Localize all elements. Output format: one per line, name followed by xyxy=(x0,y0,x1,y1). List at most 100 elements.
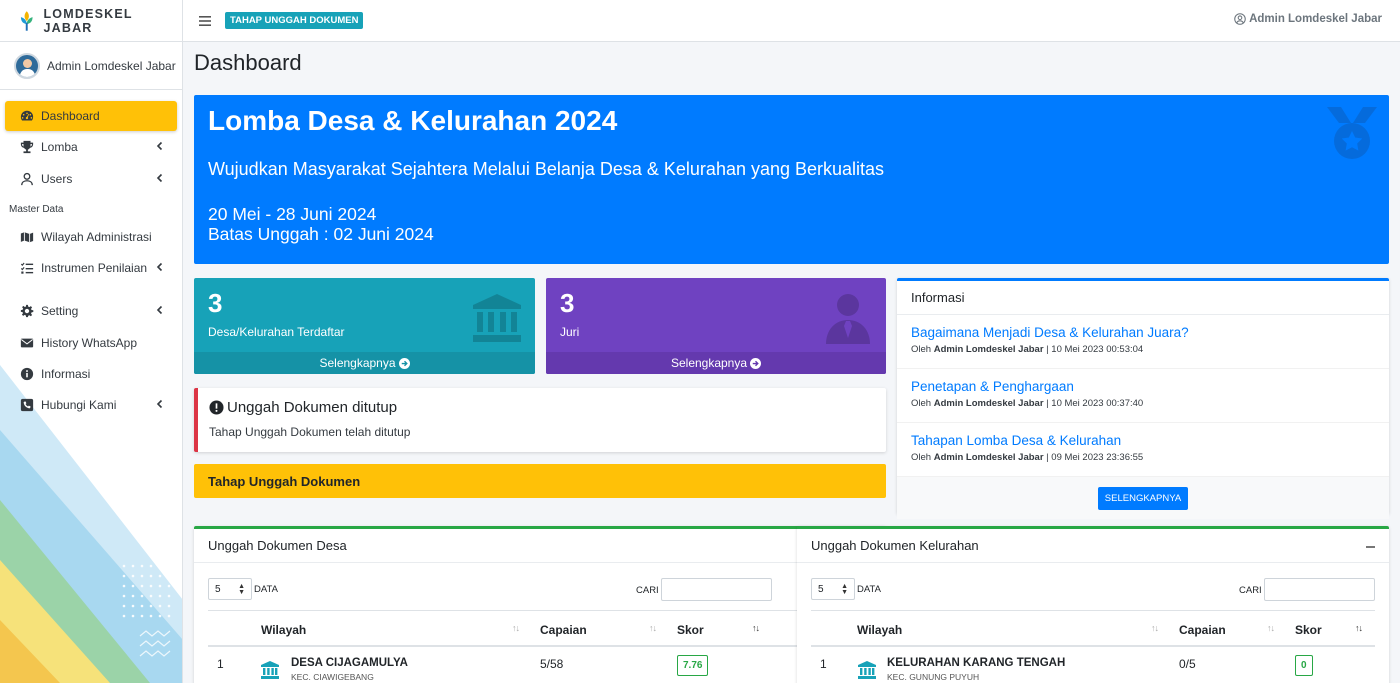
landmark-icon xyxy=(473,294,521,342)
sidebar-item-lomba[interactable]: Lomba xyxy=(5,132,177,162)
upload-closed-callout: Unggah Dokumen ditutup Tahap Unggah Doku… xyxy=(194,388,886,452)
column-header-wilayah[interactable]: Wilayah xyxy=(261,623,306,637)
sidebar-item-label: Dashboard xyxy=(41,109,100,123)
avatar xyxy=(14,52,40,79)
arrow-circle-right-icon xyxy=(398,357,410,369)
stat-juri-more-link[interactable]: Selengkapnya xyxy=(546,352,886,374)
informasi-item-meta: Oleh Admin Lomdeskel Jabar | 09 Mei 2023… xyxy=(911,452,1144,463)
sidebar-item-hubungi-kami[interactable]: Hubungi Kami xyxy=(5,390,177,420)
informasi-item-link[interactable]: Tahapan Lomba Desa & Kelurahan xyxy=(911,433,1389,448)
hamburger-menu-icon[interactable] xyxy=(199,15,211,26)
informasi-card: Informasi Bagaimana Menjadi Desa & Kelur… xyxy=(897,278,1389,519)
informasi-item-meta: Oleh Admin Lomdeskel Jabar | 10 Mei 2023… xyxy=(911,398,1144,409)
hero-subtitle: Wujudkan Masyarakat Sejahtera Melalui Be… xyxy=(208,159,885,179)
chevron-left-icon xyxy=(156,400,163,409)
sidebar-item-instrumen[interactable]: Instrumen Penilaian xyxy=(5,253,177,283)
hero-dates: 20 Mei - 28 Juni 2024 xyxy=(208,204,377,224)
stat-count: 3 xyxy=(208,288,223,318)
sort-desc-icon: ↑↓ xyxy=(1355,623,1363,633)
table-row: 1 DESA CIJAGAMULYA KEC. CIAWIGEBANG 5/58… xyxy=(208,647,872,683)
sidebar-item-setting[interactable]: Setting xyxy=(5,296,177,326)
stage-bar: Tahap Unggah Dokumen xyxy=(194,464,886,498)
table-controls: 5 ▲ ▼ DATA CARI xyxy=(194,563,886,610)
column-header-skor[interactable]: Skor xyxy=(1295,623,1322,637)
more-link-label: Selengkapnya xyxy=(670,356,748,370)
sort-desc-icon: ↑↓ xyxy=(752,623,760,633)
sidebar-item-label: Users xyxy=(41,171,73,186)
sidebar-nav-master: Wilayah Administrasi Instrumen Penilaian… xyxy=(0,222,182,420)
wilayah-name: KELURAHAN KARANG TENGAH xyxy=(887,657,1066,669)
sidebar-nav: Dashboard Lomba Users xyxy=(0,101,182,194)
informasi-item-link[interactable]: Bagaimana Menjadi Desa & Kelurahan Juara… xyxy=(911,325,1389,340)
row-number: 1 xyxy=(820,657,827,671)
callout-title-text: Unggah Dokumen ditutup xyxy=(227,399,398,416)
list-item: Penetapan & Penghargaan Oleh Admin Lomde… xyxy=(897,369,1389,423)
sidebar-item-label: Setting xyxy=(41,304,79,319)
wilayah-name: DESA CIJAGAMULYA xyxy=(291,657,408,669)
sidebar-item-label: Informasi xyxy=(41,367,91,382)
sidebar-item-label: Instrumen Penilaian xyxy=(41,261,148,276)
page-title: Dashboard xyxy=(194,50,302,75)
select-caret-icon: ▲ ▼ xyxy=(238,583,245,596)
sidebar-item-users[interactable]: Users xyxy=(5,164,177,194)
callout-title: Unggah Dokumen ditutup xyxy=(209,399,397,416)
table-header: Wilayah ↑↓ Capaian ↑↓ Skor ↑↓ xyxy=(811,610,1375,647)
sidebar-item-wilayah[interactable]: Wilayah Administrasi xyxy=(5,222,177,252)
landmark-icon xyxy=(261,661,279,679)
stat-label: Juri xyxy=(560,325,580,339)
informasi-item-meta: Oleh Admin Lomdeskel Jabar | 10 Mei 2023… xyxy=(911,344,1144,355)
column-header-capaian[interactable]: Capaian xyxy=(1179,623,1226,637)
page-length-label: DATA xyxy=(254,584,278,595)
chevron-left-icon xyxy=(156,263,163,272)
info-circle-icon xyxy=(20,367,34,381)
sort-icon: ↑↓ xyxy=(512,623,520,633)
topbar: TAHAP UNGGAH DOKUMEN Admin Lomdeskel Jab… xyxy=(183,0,1400,42)
select-caret-icon: ▲ ▼ xyxy=(841,583,848,596)
sidebar-item-history-whatsapp[interactable]: History WhatsApp xyxy=(5,328,177,358)
card-title: Unggah Dokumen Kelurahan xyxy=(797,529,1389,563)
sidebar-item-label: History WhatsApp xyxy=(41,335,138,350)
stat-label: Desa/Kelurahan Terdaftar xyxy=(208,325,345,339)
search-input[interactable] xyxy=(1264,578,1375,601)
hero-deadline: Batas Unggah : 02 Juni 2024 xyxy=(208,224,434,244)
sidebar-item-informasi[interactable]: Informasi xyxy=(5,359,177,389)
kelurahan-upload-card: Unggah Dokumen Kelurahan 5 ▲ ▼ DATA CARI … xyxy=(797,526,1389,683)
informasi-card-title: Informasi xyxy=(897,281,1389,315)
sort-icon: ↑↓ xyxy=(649,623,657,633)
column-header-skor[interactable]: Skor xyxy=(677,623,704,637)
sidebar-user-name: Admin Lomdeskel Jabar xyxy=(47,58,176,73)
collapse-icon[interactable] xyxy=(1366,546,1375,548)
page-length-select[interactable]: 5 ▲ ▼ xyxy=(811,578,855,600)
sort-icon: ↑↓ xyxy=(1267,623,1275,633)
list-item: Bagaimana Menjadi Desa & Kelurahan Juara… xyxy=(897,315,1389,369)
list-item: Tahapan Lomba Desa & Kelurahan Oleh Admi… xyxy=(897,423,1389,477)
brand-logo-icon xyxy=(20,10,33,31)
sidebar-item-label: Lomba xyxy=(41,140,78,155)
topbar-user-name: Admin Lomdeskel Jabar xyxy=(1249,13,1382,25)
row-number: 1 xyxy=(217,657,224,671)
envelope-icon xyxy=(20,336,34,350)
stat-desa-more-link[interactable]: Selengkapnya xyxy=(194,352,535,374)
stage-badge: TAHAP UNGGAH DOKUMEN xyxy=(225,12,364,29)
chevron-left-icon xyxy=(156,142,163,151)
landmark-icon xyxy=(858,661,876,679)
sidebar-item-dashboard[interactable]: Dashboard xyxy=(5,101,177,131)
desa-upload-card: Unggah Dokumen Desa 5 ▲ ▼ DATA CARI Wilay… xyxy=(194,526,886,683)
stat-box-desa: 3 Desa/Kelurahan Terdaftar Selengkapnya xyxy=(194,278,535,374)
informasi-more-button[interactable]: SELENGKAPNYA xyxy=(1097,486,1189,510)
skor-badge: 0 xyxy=(1295,655,1313,676)
card-title-text: Unggah Dokumen Kelurahan xyxy=(811,538,979,553)
page-length-select[interactable]: 5 ▲ ▼ xyxy=(208,578,252,600)
search-input[interactable] xyxy=(661,578,772,601)
gear-icon xyxy=(20,304,34,318)
trophy-icon xyxy=(20,140,34,154)
column-header-wilayah[interactable]: Wilayah xyxy=(857,623,902,637)
sidebar: LOMDESKEL JABAR Admin Lomdeskel Jabar Da… xyxy=(0,0,183,683)
arrow-circle-right-icon xyxy=(750,357,762,369)
topbar-user-menu[interactable]: Admin Lomdeskel Jabar xyxy=(1234,13,1382,25)
brand[interactable]: LOMDESKEL JABAR xyxy=(0,0,182,42)
capaian-value: 0/5 xyxy=(1179,657,1196,671)
informasi-item-link[interactable]: Penetapan & Penghargaan xyxy=(911,379,1389,394)
column-header-capaian[interactable]: Capaian xyxy=(540,623,587,637)
sidebar-user-panel[interactable]: Admin Lomdeskel Jabar xyxy=(0,42,182,90)
